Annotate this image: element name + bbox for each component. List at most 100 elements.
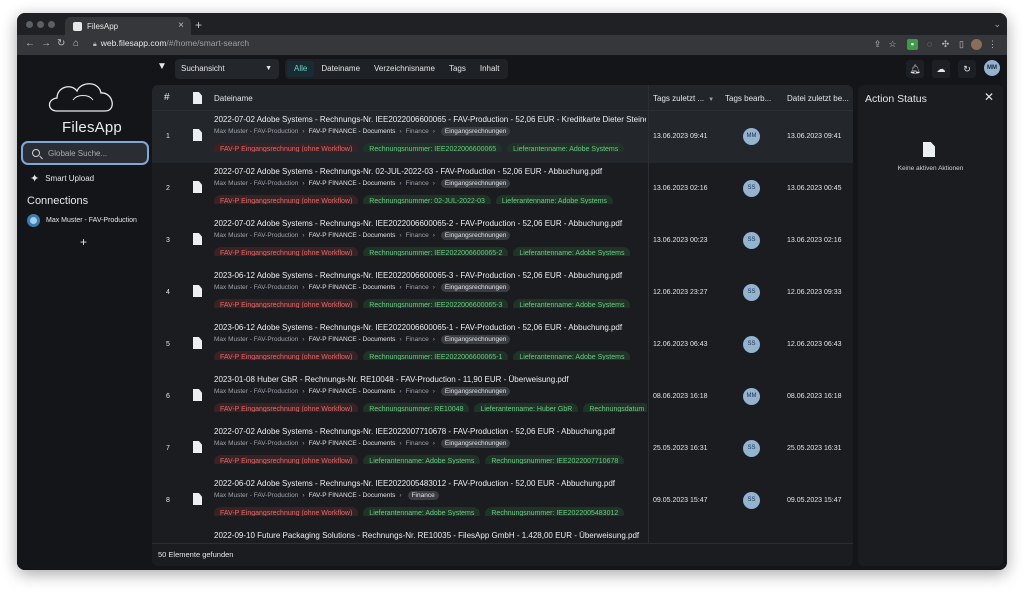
file-name[interactable]: 2022-07-02 Adobe Systems - Rechnungs-Nr.… [214,427,646,436]
more-menu-icon[interactable]: ⋮ [987,39,998,50]
breadcrumb-item[interactable]: Eingangsrechnungen [440,335,511,344]
cloud-icon[interactable]: ☁ [932,60,950,78]
tag-chip[interactable]: Lieferantenname: Adobe Systems [513,299,631,308]
address-bar[interactable]: 🔒︎ web.filesapp.com/#/home/smart-search [93,38,249,49]
view-select[interactable]: Suchansicht ▼ [175,59,279,79]
breadcrumb-item[interactable]: Finance [406,440,429,447]
column-header-number[interactable]: # [164,92,170,103]
file-name[interactable]: 2023-06-12 Adobe Systems - Rechnungs-Nr.… [214,323,646,332]
tag-chip[interactable]: Lieferantenname: Adobe Systems [507,143,625,152]
tag-chip[interactable]: Rechnungsnummer: IEE2022006600065-2 [363,247,509,256]
back-icon[interactable]: ← [25,38,35,49]
breadcrumb-item[interactable]: Finance [406,128,429,135]
close-icon[interactable]: ✕ [984,90,994,104]
tag-chip[interactable]: Lieferantenname: Adobe Systems [495,195,613,204]
add-connection-icon[interactable]: + [80,235,87,249]
new-tab-icon[interactable]: + [195,18,202,32]
smart-upload-link[interactable]: ✦ Smart Upload [30,172,94,185]
file-name[interactable]: 2023-06-12 Adobe Systems - Rechnungs-Nr.… [214,271,646,280]
tag-chip[interactable]: Rechnungsnummer: 02-JUL-2022-03 [363,195,491,204]
tag-chip[interactable]: Rechnungsnummer: RE10048 [363,403,470,412]
file-name[interactable]: 2023-01-08 Huber GbR - Rechnungs-Nr. RE1… [214,375,646,384]
tag-chip[interactable]: FAV-P Eingangsrechnung (ohne Workflow) [214,351,359,360]
table-row[interactable]: 2 2022-07-02 Adobe Systems - Rechnungs-Nr… [152,163,853,215]
column-header-tags-editor[interactable]: Tags bearb... [725,94,771,103]
tag-chip[interactable]: Rechnungsnummer: IEE2022006600065 [363,143,503,152]
breadcrumb-item[interactable]: FAV-P FINANCE - Documents [309,128,396,135]
connection-item[interactable]: Max Muster - FAV-Production [27,214,137,227]
share-icon[interactable]: ⇪ [872,39,883,50]
table-row[interactable]: 5 2023-06-12 Adobe Systems - Rechnungs-Nr… [152,319,853,371]
file-name[interactable]: 2022-09-10 Future Packaging Solutions - … [214,531,646,540]
user-avatar[interactable]: MM [984,60,1000,76]
tag-chip[interactable]: FAV-P Eingangsrechnung (ohne Workflow) [214,299,359,308]
tag-chip[interactable]: FAV-P Eingangsrechnung (ohne Workflow) [214,195,359,204]
table-row[interactable]: 3 2022-07-02 Adobe Systems - Rechnungs-Nr… [152,215,853,267]
table-row[interactable]: 8 2022-06-02 Adobe Systems - Rechnungs-Nr… [152,475,853,527]
table-row[interactable]: 92022-09-10 Future Packaging Solutions -… [152,527,853,543]
breadcrumb-item[interactable]: Eingangsrechnungen [440,283,511,292]
tag-chip[interactable]: Lieferantenname: Huber GbR [474,403,579,412]
breadcrumb-item[interactable]: FAV-P FINANCE - Documents [309,492,396,499]
column-header-name[interactable]: Dateiname [214,94,253,103]
tag-chip[interactable]: FAV-P Eingangsrechnung (ohne Workflow) [214,455,359,464]
breadcrumb-item[interactable]: Eingangsrechnungen [440,179,511,188]
tab-close-icon[interactable]: × [178,20,184,31]
breadcrumb-item[interactable]: Max Muster - FAV-Production [214,128,298,135]
tag-chip[interactable]: FAV-P Eingangsrechnung (ohne Workflow) [214,143,359,152]
minimize-window-dot[interactable] [37,21,44,28]
breadcrumb-item[interactable]: Max Muster - FAV-Production [214,180,298,187]
tag-chip[interactable]: Rechnungsnummer: IEE2022006600065-1 [363,351,509,360]
breadcrumb-item[interactable]: Finance [406,180,429,187]
profile-avatar-icon[interactable] [971,39,982,50]
filter-icon[interactable]: ▼ [157,61,167,72]
breadcrumb-item[interactable]: FAV-P FINANCE - Documents [309,284,396,291]
tab-dateiname[interactable]: Dateiname [314,61,367,77]
tab-alle[interactable]: Alle [287,61,315,77]
refresh-icon[interactable]: ↻ [958,60,976,78]
column-header-file-date[interactable]: Datei zuletzt be... [787,94,849,103]
breadcrumb-item[interactable]: Eingangsrechnungen [440,127,511,136]
file-name[interactable]: 2022-07-02 Adobe Systems - Rechnungs-Nr.… [214,167,646,176]
column-header-tags-date[interactable]: Tags zuletzt ... ▼ [653,94,714,103]
table-row[interactable]: 6 2023-01-08 Huber GbR - Rechnungs-Nr. RE… [152,371,853,423]
table-row[interactable]: 7 2022-07-02 Adobe Systems - Rechnungs-Nr… [152,423,853,475]
breadcrumb-item[interactable]: Max Muster - FAV-Production [214,336,298,343]
file-name[interactable]: 2022-07-02 Adobe Systems - Rechnungs-Nr.… [214,219,646,228]
tag-chip[interactable]: Lieferantenname: Adobe Systems [363,455,481,464]
forward-icon[interactable]: → [41,38,51,49]
tab-inhalt[interactable]: Inhalt [473,61,507,77]
tag-chip[interactable]: Lieferantenname: Adobe Systems [513,247,631,256]
breadcrumb-item[interactable]: Finance [406,284,429,291]
breadcrumb-item[interactable]: Finance [407,491,439,500]
tag-chip[interactable]: Rechnungsnummer: IEE2022006600065-3 [363,299,509,308]
tab-tags[interactable]: Tags [442,61,473,77]
breadcrumb-item[interactable]: Eingangsrechnungen [440,439,511,448]
maximize-window-dot[interactable] [48,21,55,28]
tag-chip[interactable]: FAV-P Eingangsrechnung (ohne Workflow) [214,403,359,412]
breadcrumb-item[interactable]: FAV-P FINANCE - Documents [309,232,396,239]
breadcrumb-item[interactable]: Eingangsrechnungen [440,387,511,396]
tag-chip[interactable]: Lieferantenname: Adobe Systems [363,507,481,516]
breadcrumb-item[interactable]: FAV-P FINANCE - Documents [309,440,396,447]
home-icon[interactable]: ⌂ [73,38,79,49]
breadcrumb-item[interactable]: FAV-P FINANCE - Documents [309,388,396,395]
puzzle-icon[interactable]: ✣ [940,39,951,50]
breadcrumb-item[interactable]: FAV-P FINANCE - Documents [309,180,396,187]
close-window-dot[interactable] [26,21,33,28]
bookmark-star-icon[interactable]: ☆ [887,39,898,50]
breadcrumb-item[interactable]: Finance [406,388,429,395]
browser-tab[interactable]: FilesApp × [65,17,191,35]
global-search-input[interactable] [48,148,138,158]
breadcrumb-item[interactable]: FAV-P FINANCE - Documents [309,336,396,343]
tab-search-chevron-icon[interactable]: ⌄ [993,19,1001,30]
file-name[interactable]: 2022-06-02 Adobe Systems - Rechnungs-Nr.… [214,479,646,488]
breadcrumb-item[interactable]: Finance [406,336,429,343]
global-search[interactable] [21,141,149,165]
extension-icon-2[interactable]: ◌ [924,39,935,50]
table-row[interactable]: 4 2023-06-12 Adobe Systems - Rechnungs-Nr… [152,267,853,319]
file-name[interactable]: 2022-07-02 Adobe Systems - Rechnungs-Nr.… [214,115,646,124]
tab-verzeichnisname[interactable]: Verzeichnisname [367,61,442,77]
sidepanel-icon[interactable]: ▯ [956,39,967,50]
breadcrumb-item[interactable]: Eingangsrechnungen [440,231,511,240]
